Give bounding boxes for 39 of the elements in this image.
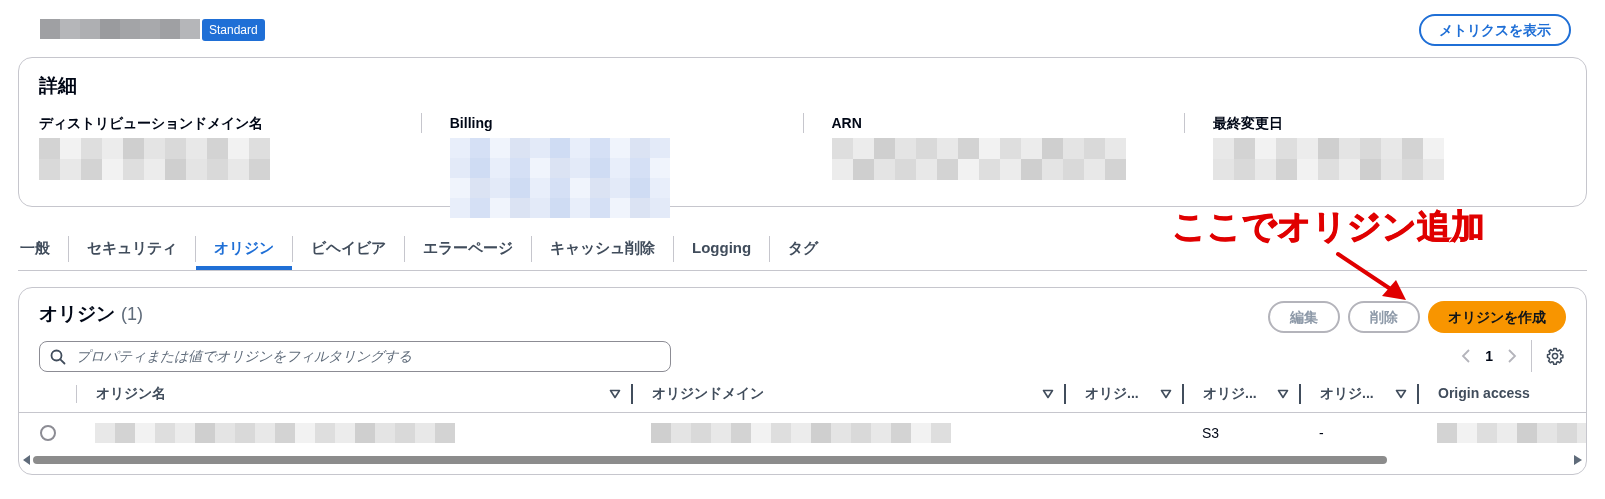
table-cell-text: S3 — [1202, 423, 1220, 443]
tab[interactable]: Logging — [674, 227, 770, 270]
tab[interactable]: キャッシュ削除 — [532, 227, 673, 270]
scroll-left-icon[interactable] — [23, 455, 31, 465]
field-label: ARN — [831, 113, 863, 133]
search-field[interactable]: プロパティまたは値でオリジンをフィルタリングする — [39, 340, 671, 372]
filter-triangle-icon[interactable] — [1395, 388, 1407, 399]
field-label: 最終変更日 — [1213, 113, 1285, 133]
annotation-text: ここでオリジン追加 — [1172, 206, 1485, 247]
tab[interactable]: ビヘイビア — [293, 227, 404, 270]
details-title: 詳細 — [39, 74, 78, 98]
origin-count: (1) — [121, 303, 143, 326]
column-header[interactable]: オリジ... — [1320, 383, 1374, 404]
column-header[interactable]: オリジン名 — [96, 383, 166, 404]
column-header[interactable]: オリジ... — [1085, 383, 1139, 404]
column-header[interactable]: Origin access — [1438, 383, 1530, 404]
scroll-right-icon[interactable] — [1574, 455, 1582, 465]
section-title: オリジン — [39, 302, 115, 326]
field-label: ディストリビューションドメイン名 — [39, 113, 264, 133]
filter-triangle-icon[interactable] — [609, 388, 621, 399]
column-header[interactable]: オリジンドメイン — [652, 383, 764, 404]
metrics-button[interactable]: メトリクスを表示 — [1419, 14, 1571, 46]
filter-triangle-icon[interactable] — [1042, 388, 1054, 399]
search-icon — [50, 348, 66, 365]
tab[interactable]: 一般 — [18, 227, 68, 270]
field-label: Billing — [449, 113, 494, 133]
settings-icon[interactable] — [1546, 347, 1564, 365]
plan-badge: Standard — [202, 19, 265, 41]
page-number[interactable]: 1 — [1485, 345, 1493, 367]
tab[interactable]: オリジン — [196, 227, 292, 270]
column-header[interactable]: オリジ... — [1203, 383, 1257, 404]
tab[interactable]: エラーページ — [405, 227, 531, 270]
filter-triangle-icon[interactable] — [1160, 388, 1172, 399]
row-radio[interactable] — [40, 425, 56, 441]
table-cell-text: - — [1319, 423, 1324, 443]
create-origin-button[interactable]: オリジンを作成 — [1428, 301, 1566, 333]
tab[interactable]: タグ — [770, 227, 837, 270]
filter-triangle-icon[interactable] — [1277, 388, 1289, 399]
tab[interactable]: セキュリティ — [69, 227, 195, 270]
